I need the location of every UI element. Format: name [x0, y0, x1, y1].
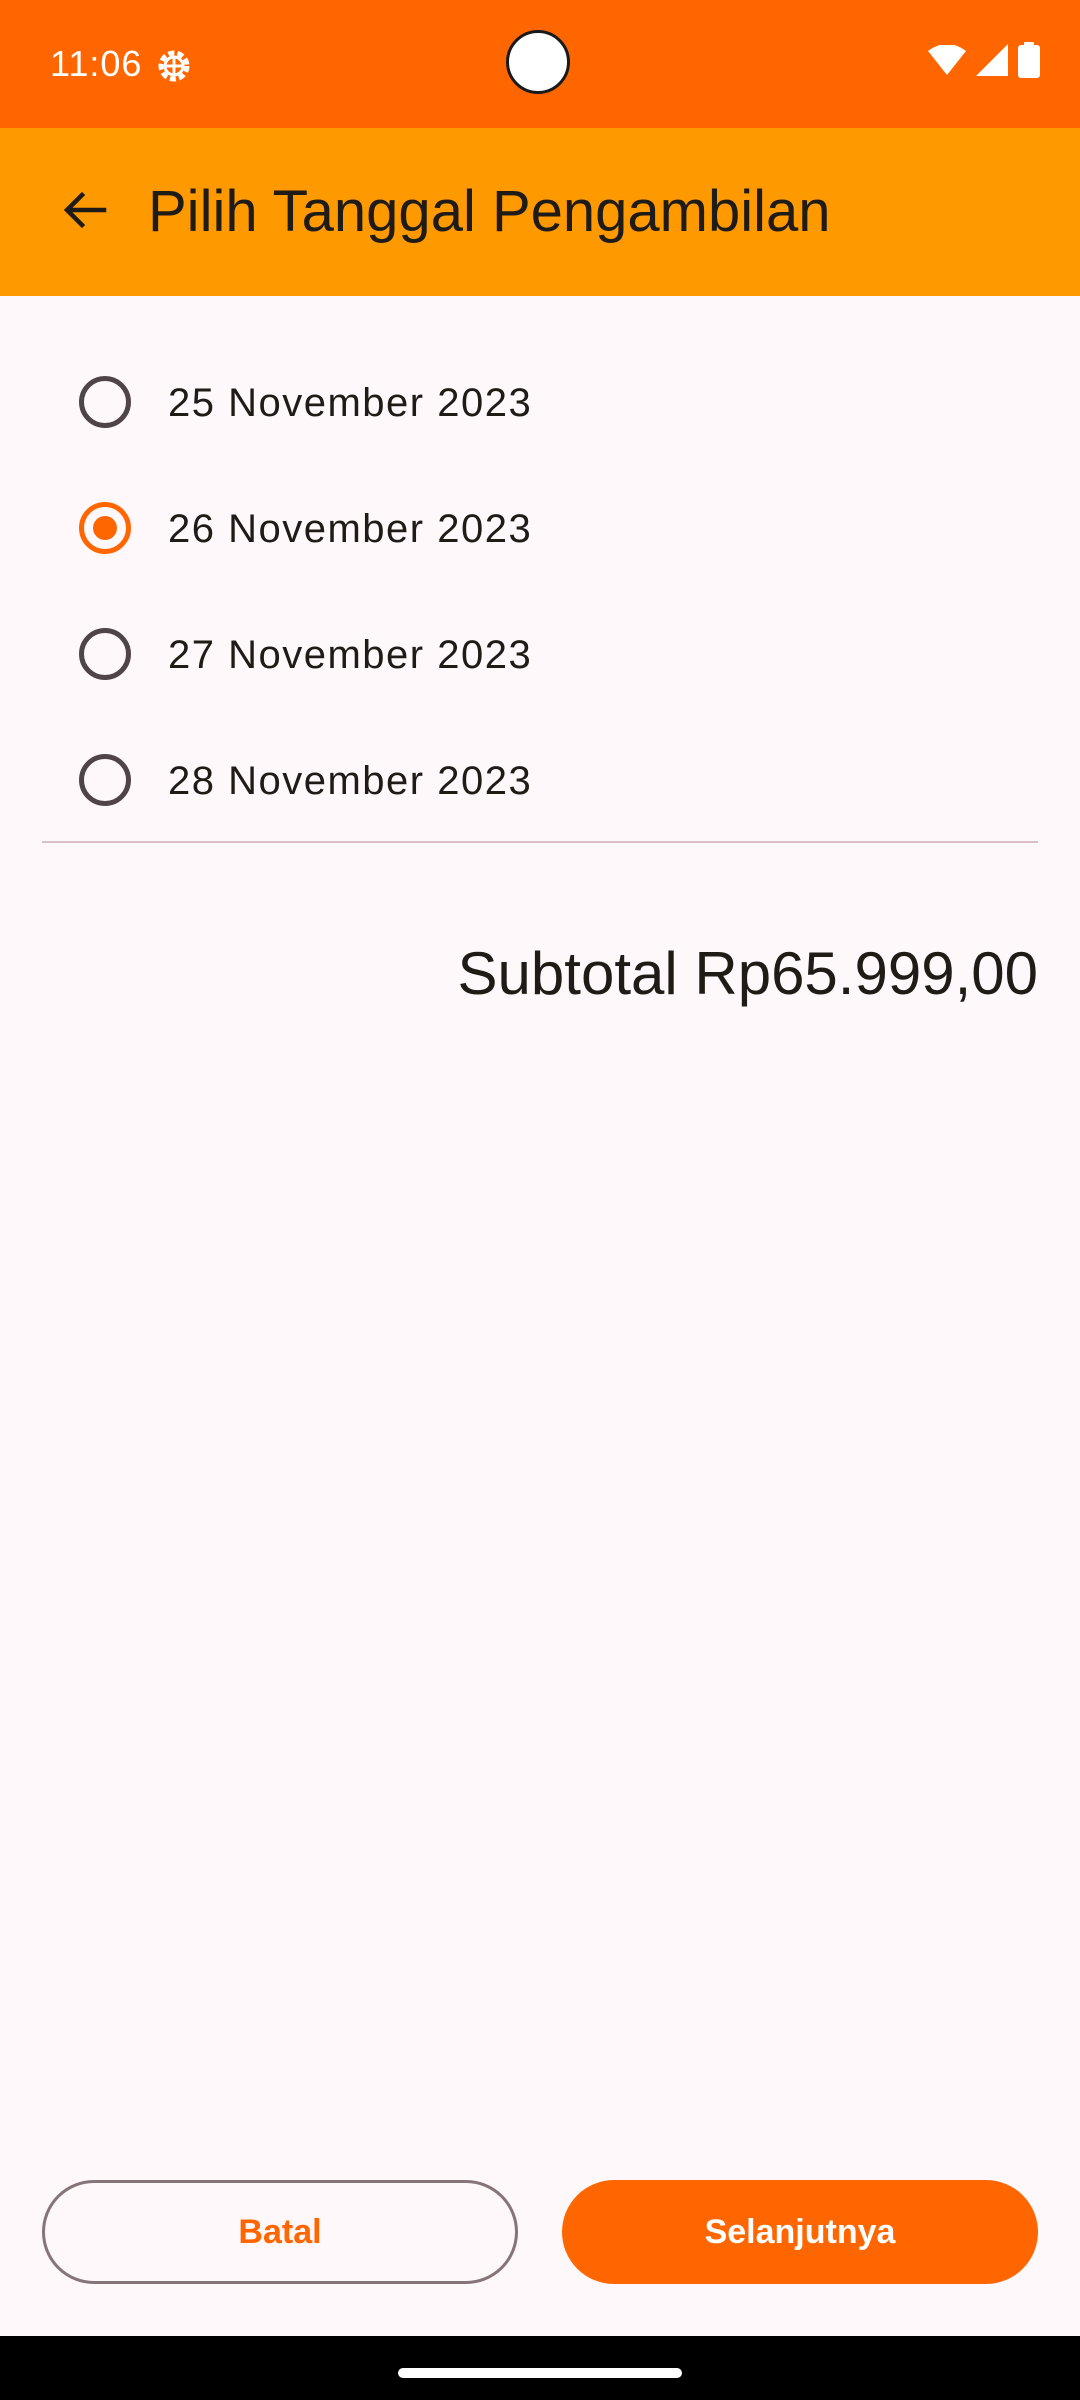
- radio-button[interactable]: [79, 376, 131, 428]
- date-option-27-november[interactable]: 27 November 2023: [0, 592, 1080, 718]
- date-option-25-november[interactable]: 25 November 2023: [0, 340, 1080, 466]
- app-bar: Pilih Tanggal Pengambilan: [0, 128, 1080, 296]
- back-button[interactable]: [36, 164, 132, 260]
- date-radio-group: 25 November 2023 26 November 2023 27 Nov…: [0, 340, 1080, 844]
- radio-button[interactable]: [79, 628, 131, 680]
- date-option-label: 27 November 2023: [168, 633, 533, 677]
- radio-button-selected[interactable]: [79, 502, 131, 554]
- settings-icon: [154, 46, 194, 86]
- cancel-button[interactable]: Batal: [42, 2180, 518, 2284]
- radio-button[interactable]: [79, 754, 131, 806]
- date-option-26-november[interactable]: 26 November 2023: [0, 466, 1080, 592]
- signal-icon: [976, 44, 1008, 81]
- status-time: 11:06: [50, 43, 143, 84]
- battery-icon: [1018, 42, 1040, 83]
- date-option-label: 26 November 2023: [168, 507, 533, 551]
- navigation-bar: [0, 2336, 1080, 2400]
- next-button[interactable]: Selanjutnya: [562, 2180, 1038, 2284]
- page-title: Pilih Tanggal Pengambilan: [148, 179, 831, 244]
- home-indicator[interactable]: [398, 2368, 682, 2378]
- subtotal-text: Subtotal Rp65.999,00: [457, 940, 1038, 1007]
- divider: [42, 841, 1038, 843]
- date-option-label: 28 November 2023: [168, 759, 533, 803]
- date-option-label: 25 November 2023: [168, 381, 533, 425]
- radio-selected-dot: [93, 516, 117, 540]
- date-option-28-november[interactable]: 28 November 2023: [0, 718, 1080, 844]
- wifi-icon: [928, 44, 966, 80]
- camera-cutout: [506, 30, 570, 94]
- status-icons: [928, 42, 1040, 83]
- status-bar: 11:06: [0, 0, 1080, 128]
- arrow-back-icon: [60, 186, 108, 239]
